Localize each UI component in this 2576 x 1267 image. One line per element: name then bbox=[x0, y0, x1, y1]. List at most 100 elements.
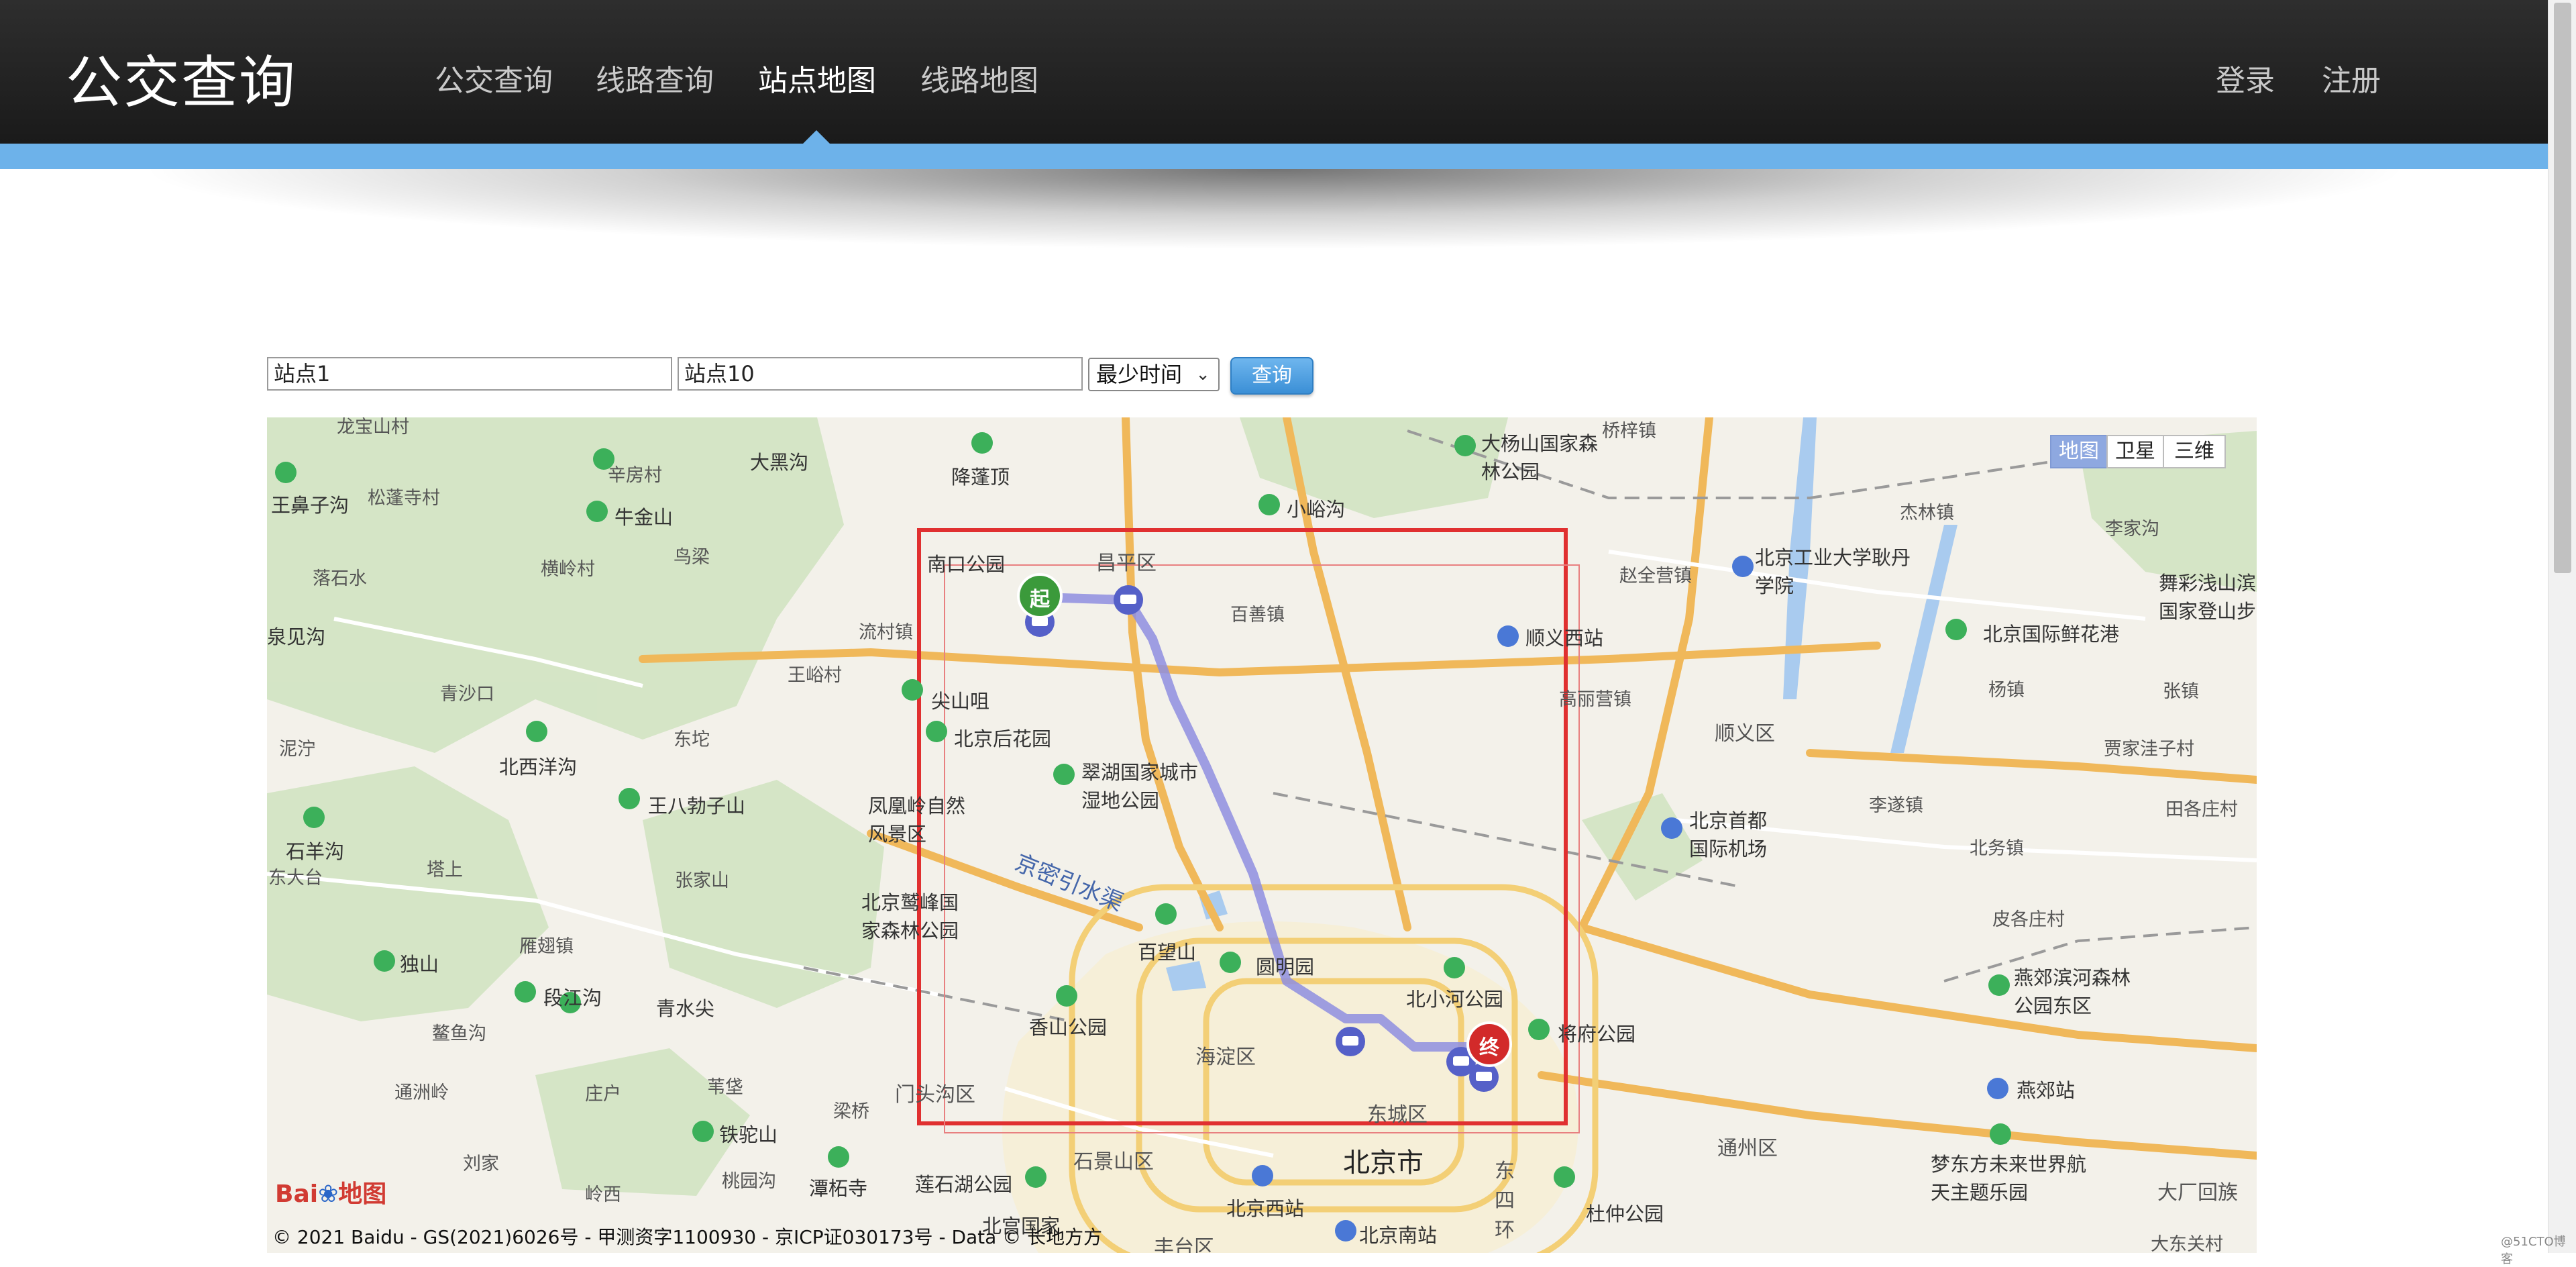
map-label: 北京南站 bbox=[1359, 1224, 1438, 1247]
map-label: 王峪村 bbox=[788, 665, 842, 686]
map-label: 鸟梁 bbox=[674, 547, 710, 568]
map-label: 岭西 bbox=[585, 1184, 621, 1205]
map-label: 青沙口 bbox=[440, 684, 494, 705]
map-label: 梦东方未来世界航天主题乐园 bbox=[1931, 1153, 2087, 1204]
map-label: 香山公园 bbox=[1029, 1016, 1108, 1039]
map-label: 燕郊站 bbox=[2017, 1079, 2076, 1102]
query-button[interactable]: 查询 bbox=[1230, 357, 1313, 395]
map-label: 赵全营镇 bbox=[1619, 566, 1692, 587]
map-label: 门头沟区 bbox=[895, 1083, 975, 1107]
map-label: 石景山区 bbox=[1073, 1150, 1154, 1174]
map-label: 海淀区 bbox=[1195, 1046, 1256, 1069]
header-shadow bbox=[134, 169, 2415, 250]
map-label: 尖山咀 bbox=[931, 690, 990, 713]
nav-station-map[interactable]: 站点地图 bbox=[758, 56, 876, 99]
map-label: 顺义区 bbox=[1715, 722, 1775, 746]
map-label: 东城区 bbox=[1367, 1103, 1428, 1127]
map-label: 皮各庄村 bbox=[1992, 909, 2065, 930]
map-label: 田各庄村 bbox=[2165, 799, 2238, 820]
map-label: 梁桥 bbox=[833, 1101, 869, 1122]
login-link[interactable]: 登录 bbox=[2216, 56, 2275, 99]
map-label: 牛金山 bbox=[614, 506, 674, 529]
end-station-input[interactable]: 站点10 bbox=[678, 357, 1083, 391]
map-label: 李家沟 bbox=[2105, 519, 2159, 540]
map-label: 青水尖 bbox=[656, 997, 715, 1020]
map-label: 张家山 bbox=[675, 870, 729, 891]
map-label: 龙宝山村 bbox=[337, 417, 409, 438]
map-label: 通洲岭 bbox=[394, 1082, 449, 1103]
map-label: 庄户 bbox=[585, 1084, 621, 1105]
paw-icon: ❀ bbox=[318, 1180, 339, 1208]
end-pin-label[interactable]: 终 bbox=[1479, 1031, 1499, 1060]
map-type-satellite[interactable]: 卫星 bbox=[2106, 435, 2164, 468]
map-label: 贾家洼子村 bbox=[2104, 739, 2194, 760]
map-label: 流村镇 bbox=[859, 622, 913, 643]
map-label: 杨镇 bbox=[1988, 680, 2025, 701]
map-label: 高丽营镇 bbox=[1559, 689, 1631, 710]
map-label: 鳌鱼沟 bbox=[432, 1023, 486, 1044]
map-label: 将府公园 bbox=[1558, 1023, 1636, 1046]
map-label: 东坨 bbox=[674, 729, 710, 750]
map-copyright: © 2021 Baidu - GS(2021)6026号 - 甲测资字11009… bbox=[272, 1226, 1103, 1248]
map-label: 昌平区 bbox=[1096, 552, 1157, 575]
nav-line-query[interactable]: 线路查询 bbox=[596, 56, 714, 99]
map-label: 北京西站 bbox=[1226, 1197, 1305, 1220]
map-label: 莲石湖公园 bbox=[915, 1173, 1013, 1196]
map-label: 北京后花园 bbox=[954, 727, 1052, 750]
map-label: 北京鹫峰国家森林公园 bbox=[861, 891, 959, 942]
map-label: 松蓬寺村 bbox=[368, 488, 440, 509]
map-label: 落石水 bbox=[313, 568, 367, 589]
map-label: 北京首都国际机场 bbox=[1689, 809, 1768, 860]
map-type-standard[interactable]: 地图 bbox=[2050, 435, 2108, 468]
map-label: 丰台区 bbox=[1154, 1236, 1214, 1253]
map-label: 降蓬顶 bbox=[951, 466, 1010, 489]
map-label: 翠湖国家城市湿地公园 bbox=[1081, 761, 1199, 812]
map-canvas bbox=[267, 417, 2257, 1253]
map-label: 辛房村 bbox=[608, 465, 662, 486]
brand-title[interactable]: 公交查询 bbox=[66, 38, 297, 119]
map-label: 东大台 bbox=[268, 868, 323, 889]
baidu-logo[interactable]: Bai❀地图 bbox=[275, 1174, 386, 1209]
map-label: 小峪沟 bbox=[1287, 498, 1346, 521]
map-label: 泉见沟 bbox=[267, 625, 326, 648]
active-nav-caret bbox=[802, 130, 831, 145]
chevron-down-icon: ⌄ bbox=[1195, 364, 1210, 385]
map-label: 百善镇 bbox=[1230, 605, 1285, 625]
map-label: 雁翅镇 bbox=[519, 936, 574, 957]
scrollbar-thumb[interactable] bbox=[2554, 3, 2571, 573]
map-label: 杜仲公园 bbox=[1586, 1203, 1664, 1225]
map-label: 桃园沟 bbox=[722, 1171, 776, 1192]
start-station-input[interactable]: 站点1 bbox=[267, 357, 672, 391]
map-label: 北务镇 bbox=[1970, 838, 2024, 859]
map-label: 燕郊滨河森林公园东区 bbox=[2014, 966, 2131, 1017]
map-label: 大厂回族 bbox=[2157, 1181, 2238, 1205]
map-label: 北京国际鲜花港 bbox=[1983, 623, 2120, 646]
map-label: 王八勃子山 bbox=[648, 795, 746, 817]
top-navbar: 公交查询 公交查询 线路查询 站点地图 线路地图 登录 注册 bbox=[0, 0, 2548, 144]
route-mode-select[interactable]: 最少时间 ⌄ bbox=[1088, 358, 1220, 391]
map-label: 桥梓镇 bbox=[1602, 421, 1656, 442]
map-label: 顺义西站 bbox=[1525, 627, 1604, 650]
nav-bus-query[interactable]: 公交查询 bbox=[435, 56, 553, 99]
header-accent-bar bbox=[0, 144, 2548, 169]
page-scrollbar[interactable] bbox=[2548, 0, 2576, 1253]
map-label: 北京工业大学耿丹学院 bbox=[1755, 546, 1911, 597]
map-label: 百望山 bbox=[1138, 941, 1197, 964]
map-label: 大黑沟 bbox=[750, 451, 809, 474]
map-label: 李遂镇 bbox=[1869, 795, 1923, 816]
nav-line-map[interactable]: 线路地图 bbox=[920, 56, 1038, 99]
map-label: 杰林镇 bbox=[1900, 503, 1954, 523]
map-label: 通州区 bbox=[1717, 1137, 1778, 1160]
map-label: 横岭村 bbox=[541, 559, 595, 580]
map-label: 圆明园 bbox=[1256, 956, 1315, 978]
start-pin-label[interactable]: 起 bbox=[1030, 582, 1050, 612]
map-type-3d[interactable]: 三维 bbox=[2163, 435, 2226, 468]
baidu-map[interactable]: 龙宝山村 大黑沟 降蓬顶 小峪沟 大杨山国家森林公园 桥梓镇 辛房村 牛金山 松… bbox=[267, 417, 2257, 1253]
map-label: 大东关村 bbox=[2151, 1234, 2223, 1253]
map-label: 北西洋沟 bbox=[499, 756, 578, 778]
map-label: 北小河公园 bbox=[1406, 988, 1504, 1011]
register-link[interactable]: 注册 bbox=[2322, 56, 2381, 99]
map-label: 塔上 bbox=[427, 860, 463, 880]
map-label: 凤凰岭自然风景区 bbox=[868, 795, 966, 846]
map-label: 东四环 bbox=[1495, 1160, 1515, 1242]
